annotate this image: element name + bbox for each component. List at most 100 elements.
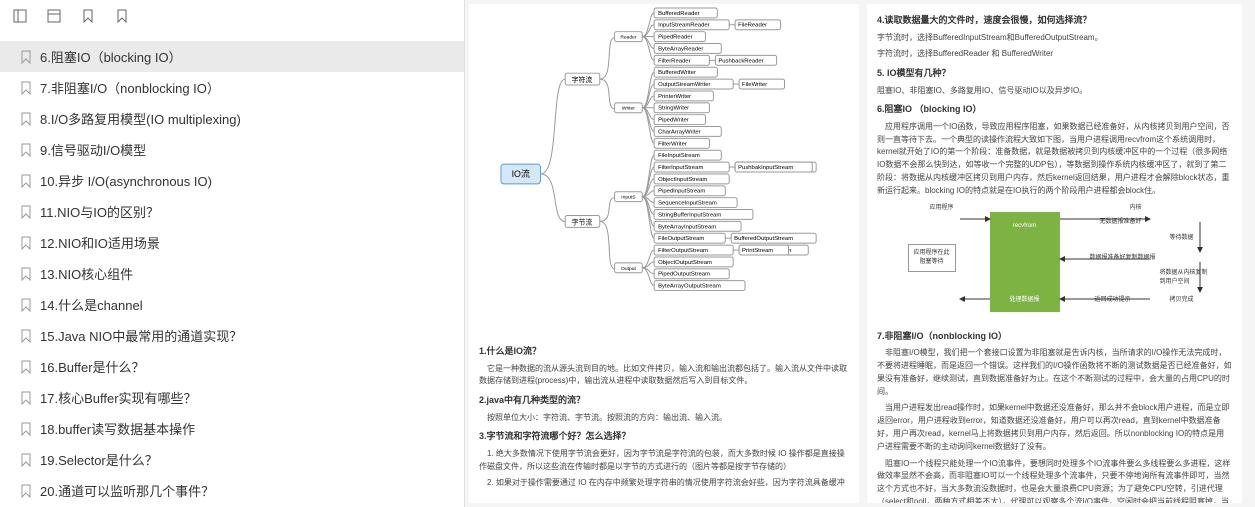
collapse-icon[interactable] bbox=[12, 8, 28, 24]
toc-item-label: 15.Java NIO中最常用的通道实现？ bbox=[40, 326, 242, 345]
svg-text:OutputStreamWriter: OutputStreamWriter bbox=[658, 82, 710, 88]
page-2: 4.读取数据量大的文件时，速度会很慢，如何选择流？ 字节流时，选择Buffere… bbox=[867, 4, 1242, 503]
toc-item-label: 13.NIO核心组件 bbox=[40, 264, 133, 283]
section-1-text: 它是一种数据的流从源头流到目的地。比如文件拷贝，输入流和输出流都包括了。输入流从… bbox=[479, 363, 849, 389]
outline-icon[interactable] bbox=[46, 8, 62, 24]
svg-text:ByteArrayOutputStream: ByteArrayOutputStream bbox=[658, 284, 721, 290]
toc-list: 6.阻塞IO（blocking IO） 7.非阻塞I/O（nonblocking … bbox=[0, 33, 464, 507]
toc-item-7[interactable]: 7.非阻塞I/O（nonblocking IO） bbox=[0, 72, 464, 103]
section-7-text3: 阻塞IO一个线程只能处理一个IO流事件，要想同时处理多个IO流事件要么多线程要么… bbox=[877, 458, 1232, 503]
section-4-text2: 字符流时，选择BufferedReader 和 BufferedWriter bbox=[877, 48, 1232, 61]
toc-item-label: 20.通道可以监听那几个事件？ bbox=[40, 481, 214, 500]
svg-text:FilterOutputStream: FilterOutputStream bbox=[658, 248, 708, 254]
toc-item-13[interactable]: 13.NIO核心组件 bbox=[0, 258, 464, 289]
svg-text:PrintStream: PrintStream bbox=[742, 248, 773, 254]
section-7-title: 7.非阻塞I/O（nonblocking IO） bbox=[877, 330, 1232, 344]
toc-item-label: 14.什么是channel bbox=[40, 295, 143, 314]
svg-text:PipedWriter: PipedWriter bbox=[658, 118, 689, 124]
toc-item-label: 19.Selector是什么？ bbox=[40, 450, 158, 469]
section-5-title: 5. IO模型有几种？ bbox=[877, 67, 1232, 81]
toc-item-label: 11.NIO与IO的区别？ bbox=[40, 202, 159, 221]
svg-text:SequenceInputStream: SequenceInputStream bbox=[658, 201, 717, 207]
bookmark-icon bbox=[20, 453, 32, 467]
toc-item-9[interactable]: 9.信号驱动I/O模型 bbox=[0, 134, 464, 165]
bookmark-icon bbox=[20, 422, 32, 436]
svg-text:FilterReader: FilterReader bbox=[658, 58, 691, 64]
content-area: IO流字符流ReaderBufferedReaderInputStreamRea… bbox=[465, 0, 1255, 507]
toc-item-6[interactable]: 6.阻塞IO（blocking IO） bbox=[0, 41, 464, 72]
svg-text:PushbackReader: PushbackReader bbox=[718, 58, 763, 64]
bookmark-icon[interactable] bbox=[80, 8, 96, 24]
svg-text:字节流: 字节流 bbox=[572, 217, 593, 226]
svg-text:StringWriter: StringWriter bbox=[658, 106, 689, 112]
section-7-text2: 当用户进程发出read操作时，如果kernel中数据还没准备好，那么并不会blo… bbox=[877, 402, 1232, 453]
bookmark-icon bbox=[20, 50, 32, 64]
toc-item-11[interactable]: 11.NIO与IO的区别？ bbox=[0, 196, 464, 227]
bookmark-filled-icon[interactable] bbox=[114, 8, 130, 24]
svg-text:Output: Output bbox=[621, 266, 636, 272]
section-3-text2: 2. 如果对于操作需要通过 IO 在内存中频繁处理字符串的情况使用字符流会好些，… bbox=[479, 477, 849, 490]
svg-text:InputStreamReader: InputStreamReader bbox=[658, 23, 710, 29]
svg-text:PrinterWriter: PrinterWriter bbox=[658, 94, 691, 100]
toc-item-17[interactable]: 17.核心Buffer实现有哪些？ bbox=[0, 382, 464, 413]
toc-item-label: 7.非阻塞I/O（nonblocking IO） bbox=[40, 78, 220, 97]
toc-item-19[interactable]: 19.Selector是什么？ bbox=[0, 444, 464, 475]
section-7-text1: 非阻塞I/O模型，我们把一个套接口设置为非阻塞就是告诉内核，当所请求的I/O操作… bbox=[877, 347, 1232, 398]
section-2-title: 2.java中有几种类型的流？ bbox=[479, 394, 849, 408]
bookmark-icon bbox=[20, 112, 32, 126]
section-1-title: 1.什么是IO流？ bbox=[479, 345, 849, 359]
section-3-text1: 1. 绝大多数情况下使用字节流会更好，因为字节流是字符流的包装，而大多数时候 I… bbox=[479, 448, 849, 474]
section-3-title: 3.字节流和字符流哪个好？怎么选择？ bbox=[479, 430, 849, 444]
svg-text:PipedOutputStream: PipedOutputStream bbox=[658, 272, 710, 278]
toc-item-label: 17.核心Buffer实现有哪些？ bbox=[40, 388, 197, 407]
svg-text:IO流: IO流 bbox=[512, 168, 530, 179]
toc-item-20[interactable]: 20.通道可以监听那几个事件？ bbox=[0, 475, 464, 506]
bookmark-icon bbox=[20, 236, 32, 250]
svg-text:BufferedOutputStream: BufferedOutputStream bbox=[734, 236, 793, 242]
svg-text:ObjectOutputStream: ObjectOutputStream bbox=[658, 260, 712, 266]
bookmark-icon bbox=[20, 360, 32, 374]
svg-text:ObjectInputStream: ObjectInputStream bbox=[658, 177, 707, 183]
toc-item-12[interactable]: 12.NIO和IO适用场景 bbox=[0, 227, 464, 258]
svg-text:StringBufferInputStream: StringBufferInputStream bbox=[658, 212, 721, 218]
toc-item-label: 12.NIO和IO适用场景 bbox=[40, 233, 160, 252]
toc-item-label: 10.异步 I/O(asynchronous IO) bbox=[40, 171, 212, 190]
svg-text:BufferedReader: BufferedReader bbox=[658, 11, 700, 17]
svg-text:FilterInputStream: FilterInputStream bbox=[658, 165, 703, 171]
svg-text:字符流: 字符流 bbox=[572, 75, 593, 84]
toc-item-14[interactable]: 14.什么是channel bbox=[0, 289, 464, 320]
toc-item-15[interactable]: 15.Java NIO中最常用的通道实现？ bbox=[0, 320, 464, 351]
page-1: IO流字符流ReaderBufferedReaderInputStreamRea… bbox=[469, 4, 859, 503]
section-6-title: 6.阻塞IO （blocking IO） bbox=[877, 103, 1232, 117]
bookmark-icon bbox=[20, 81, 32, 95]
svg-text:PipedReader: PipedReader bbox=[658, 35, 693, 41]
bookmark-icon bbox=[20, 143, 32, 157]
svg-text:ByteArrayInputStream: ByteArrayInputStream bbox=[658, 224, 716, 230]
toc-item-label: 18.buffer读写数据基本操作 bbox=[40, 419, 195, 438]
svg-text:FilterWriter: FilterWriter bbox=[658, 141, 687, 147]
toc-item-8[interactable]: 8.I/O多路复用模型(IO multiplexing) bbox=[0, 103, 464, 134]
toc-item-label: 8.I/O多路复用模型(IO multiplexing) bbox=[40, 109, 241, 128]
svg-text:Writer: Writer bbox=[622, 106, 635, 112]
blocking-io-diagram: 应用程序 应用程序在此阻塞等待 系统调用 recvfrom 处理数据报 内核 无… bbox=[877, 204, 1232, 324]
svg-text:FileReader: FileReader bbox=[738, 23, 767, 29]
toc-item-16[interactable]: 16.Buffer是什么？ bbox=[0, 351, 464, 382]
bookmark-icon bbox=[20, 267, 32, 281]
toc-item-label: 16.Buffer是什么？ bbox=[40, 357, 145, 376]
bookmark-icon bbox=[20, 205, 32, 219]
section-6-text: 应用程序调用一个IO函数，导致应用程序阻塞，如果数据已经准备好，从内核拷贝到用户… bbox=[877, 121, 1232, 198]
toc-item-label: 9.信号驱动I/O模型 bbox=[40, 140, 146, 159]
sidebar: 6.阻塞IO（blocking IO） 7.非阻塞I/O（nonblocking … bbox=[0, 0, 465, 507]
bookmark-icon bbox=[20, 298, 32, 312]
bookmark-icon bbox=[20, 174, 32, 188]
mindmap-diagram: IO流字符流ReaderBufferedReaderInputStreamRea… bbox=[469, 4, 859, 339]
section-2-text: 按照单位大小：字符流、字节流。按照流的方向：输出流、输入流。 bbox=[479, 412, 849, 425]
bookmark-icon bbox=[20, 391, 32, 405]
section-4-text1: 字节流时，选择BufferedInputStream和BufferedOutpu… bbox=[877, 32, 1232, 45]
toc-item-10[interactable]: 10.异步 I/O(asynchronous IO) bbox=[0, 165, 464, 196]
section-4-title: 4.读取数据量大的文件时，速度会很慢，如何选择流？ bbox=[877, 14, 1232, 28]
svg-text:BufferedWriter: BufferedWriter bbox=[658, 70, 696, 76]
svg-text:CharArrayWriter: CharArrayWriter bbox=[658, 129, 701, 135]
toc-item-18[interactable]: 18.buffer读写数据基本操作 bbox=[0, 413, 464, 444]
svg-text:ByteArrayReader: ByteArrayReader bbox=[658, 46, 703, 52]
